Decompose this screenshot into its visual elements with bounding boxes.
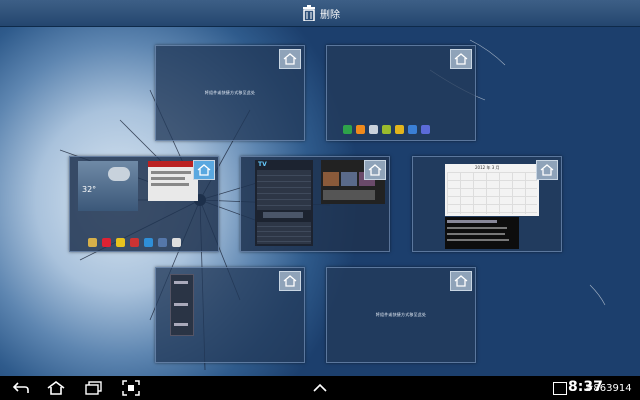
app-icon[interactable] <box>102 238 111 247</box>
home-page-panel-2[interactable] <box>326 45 476 141</box>
home-page-panel-7[interactable]: 将组件或快捷方式移至此处 <box>326 267 476 363</box>
set-home-button[interactable] <box>279 49 301 69</box>
set-home-button[interactable] <box>364 160 386 180</box>
recent-apps-icon[interactable] <box>85 380 103 396</box>
home-page-panel-4[interactable]: TV <box>240 156 390 252</box>
toggle-widget <box>170 274 194 336</box>
set-home-button[interactable] <box>536 160 558 180</box>
tv-widget: TV <box>255 160 313 246</box>
app-icon[interactable] <box>395 125 404 134</box>
delete-label: 删除 <box>320 9 340 21</box>
top-action-bar: 删除 <box>0 0 640 27</box>
set-home-button[interactable] <box>450 49 472 69</box>
browser-app-icon[interactable] <box>144 238 153 247</box>
chevron-up-icon[interactable] <box>311 380 329 396</box>
email-widget <box>445 217 519 249</box>
home-icon <box>283 275 297 287</box>
back-icon[interactable] <box>12 380 30 396</box>
current-home-button[interactable] <box>193 160 215 180</box>
set-home-button[interactable] <box>279 271 301 291</box>
system-navigation-bar: 8:37 <box>0 376 640 400</box>
app-icon[interactable] <box>382 125 391 134</box>
app-shortcut-row <box>343 125 430 134</box>
home-icon[interactable] <box>47 380 65 396</box>
home-page-panel-6[interactable] <box>155 267 305 363</box>
app-icon[interactable] <box>88 238 97 247</box>
trash-icon <box>303 5 315 21</box>
app-icon[interactable] <box>158 238 167 247</box>
watermark: #863914 <box>585 383 632 394</box>
tv-title: TV <box>258 161 267 168</box>
settings-app-icon[interactable] <box>421 125 430 134</box>
set-home-button[interactable] <box>450 271 472 291</box>
screenshot-icon[interactable] <box>122 380 140 396</box>
home-page-panel-5[interactable]: 2012 年 3 月 <box>412 156 562 252</box>
home-icon <box>283 53 297 65</box>
cloud-icon <box>108 167 130 181</box>
app-icon[interactable] <box>116 238 125 247</box>
calendar-title: 2012 年 3 月 <box>475 165 500 170</box>
home-icon <box>454 53 468 65</box>
app-shortcut-row <box>88 238 181 247</box>
image-notification-icon <box>553 382 567 395</box>
empty-page-hint: 将组件或快捷方式移至此处 <box>375 312 427 317</box>
weather-temp: 32° <box>82 185 97 194</box>
home-icon <box>454 275 468 287</box>
app-icon[interactable] <box>369 125 378 134</box>
home-page-panel-3[interactable]: 32° <box>69 156 219 252</box>
app-icon[interactable] <box>130 238 139 247</box>
home-icon <box>197 164 211 176</box>
phone-app-icon[interactable] <box>343 125 352 134</box>
home-icon <box>368 164 382 176</box>
delete-button[interactable]: 删除 <box>302 3 340 23</box>
empty-page-hint: 将组件或快捷方式移至此处 <box>204 90 256 95</box>
weather-widget: 32° <box>78 161 138 211</box>
calendar-widget: 2012 年 3 月 <box>445 164 539 216</box>
news-widget <box>148 161 198 201</box>
app-icon[interactable] <box>408 125 417 134</box>
app-icon[interactable] <box>172 238 181 247</box>
messages-app-icon[interactable] <box>356 125 365 134</box>
home-icon <box>540 164 554 176</box>
home-page-panel-1[interactable]: 将组件或快捷方式移至此处 <box>155 45 305 141</box>
